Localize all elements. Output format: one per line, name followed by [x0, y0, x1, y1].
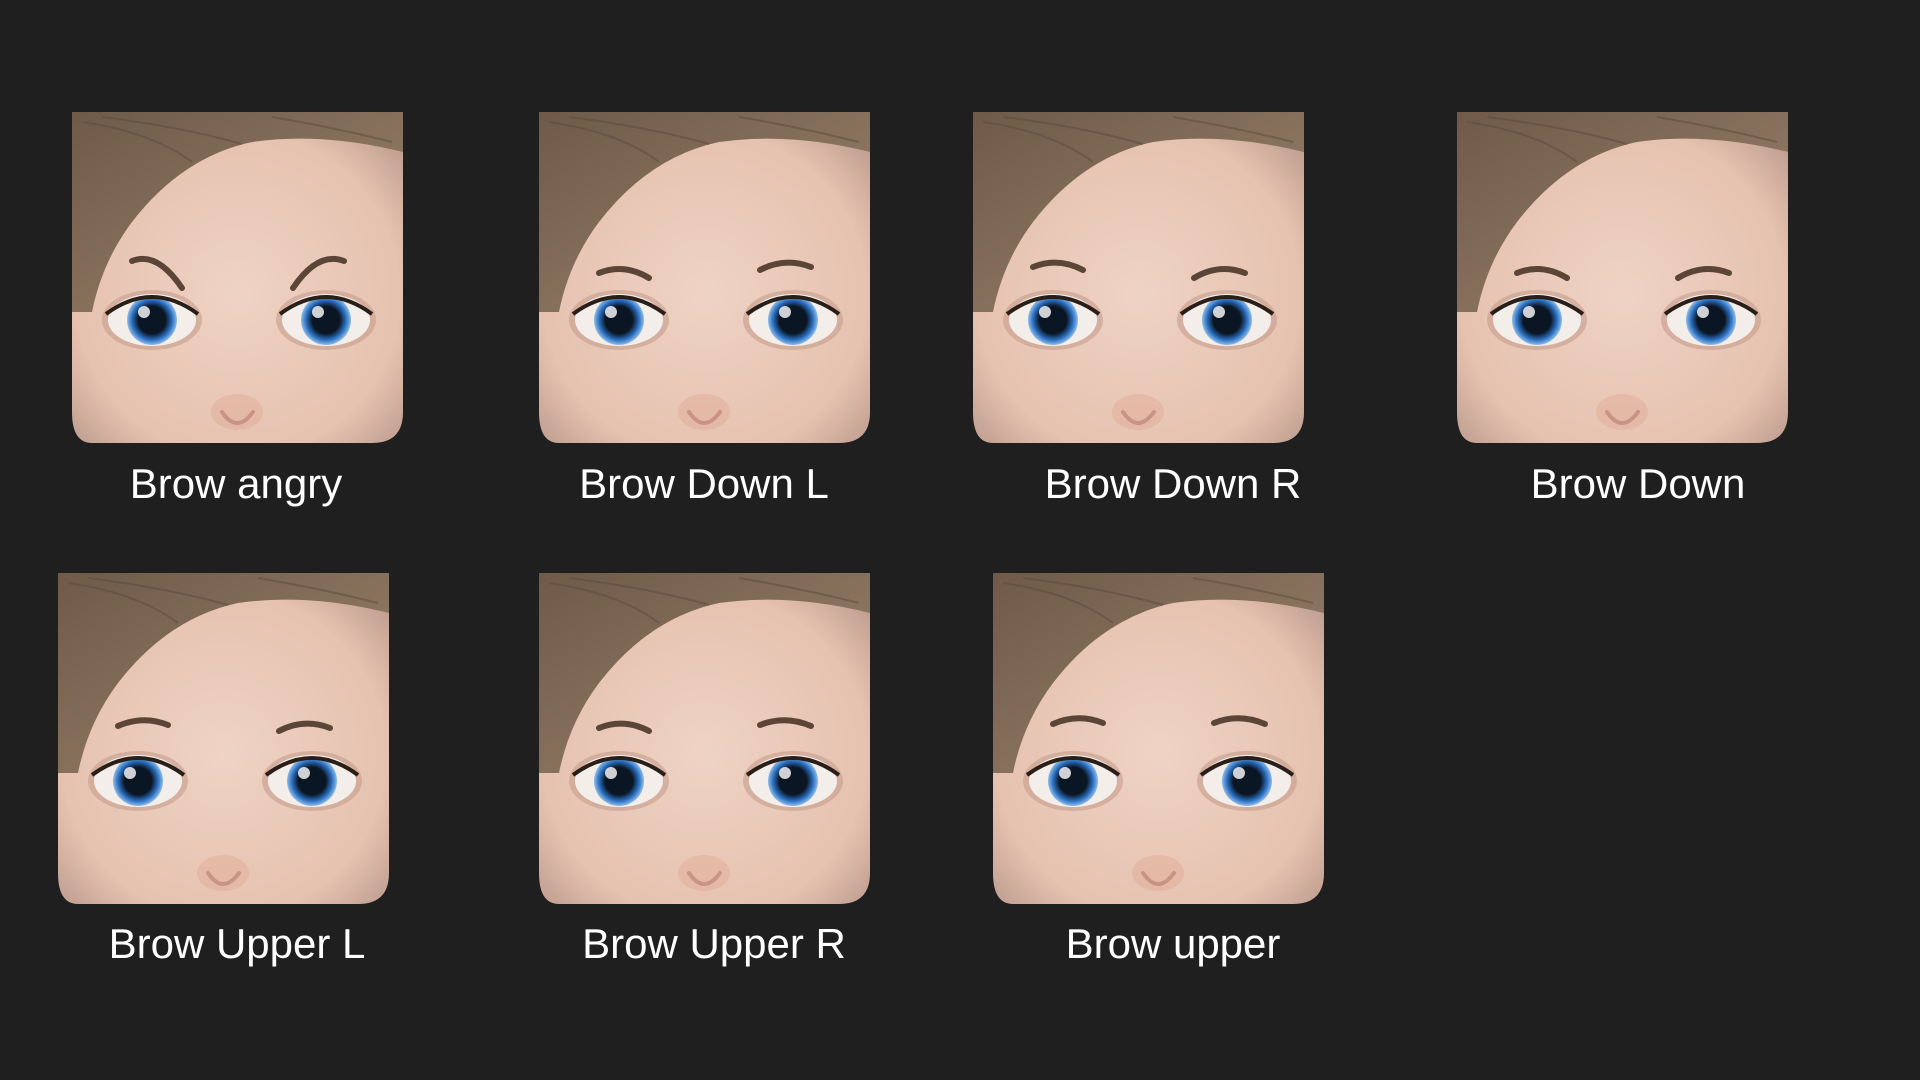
face-thumbnail-brow-down: [1457, 112, 1788, 443]
face-render: [1457, 112, 1788, 443]
caption-brow-down-r: Brow Down R: [1044, 460, 1302, 507]
face-render: [72, 112, 403, 443]
face-thumbnail-brow-upper: [993, 573, 1324, 904]
face-render: [539, 573, 870, 904]
caption-brow-upper-l: Brow Upper L: [108, 920, 366, 967]
face-thumbnail-brow-down-l: [539, 112, 870, 443]
face-render: [993, 573, 1324, 904]
face-thumbnail-brow-upper-l: [58, 573, 389, 904]
caption-brow-down: Brow Down: [1530, 460, 1746, 507]
caption-brow-down-l: Brow Down L: [579, 460, 829, 507]
caption-brow-angry: Brow angry: [129, 460, 343, 507]
face-thumbnail-brow-down-r: [973, 112, 1304, 443]
face-render: [539, 112, 870, 443]
face-thumbnail-brow-angry: [72, 112, 403, 443]
blendshape-gallery: Brow angry Brow Down L Brow Down R Brow …: [0, 0, 1920, 1080]
caption-brow-upper: Brow upper: [1065, 920, 1281, 967]
caption-brow-upper-r: Brow Upper R: [582, 920, 846, 967]
face-thumbnail-brow-upper-r: [539, 573, 870, 904]
face-render: [58, 573, 389, 904]
face-render: [973, 112, 1304, 443]
